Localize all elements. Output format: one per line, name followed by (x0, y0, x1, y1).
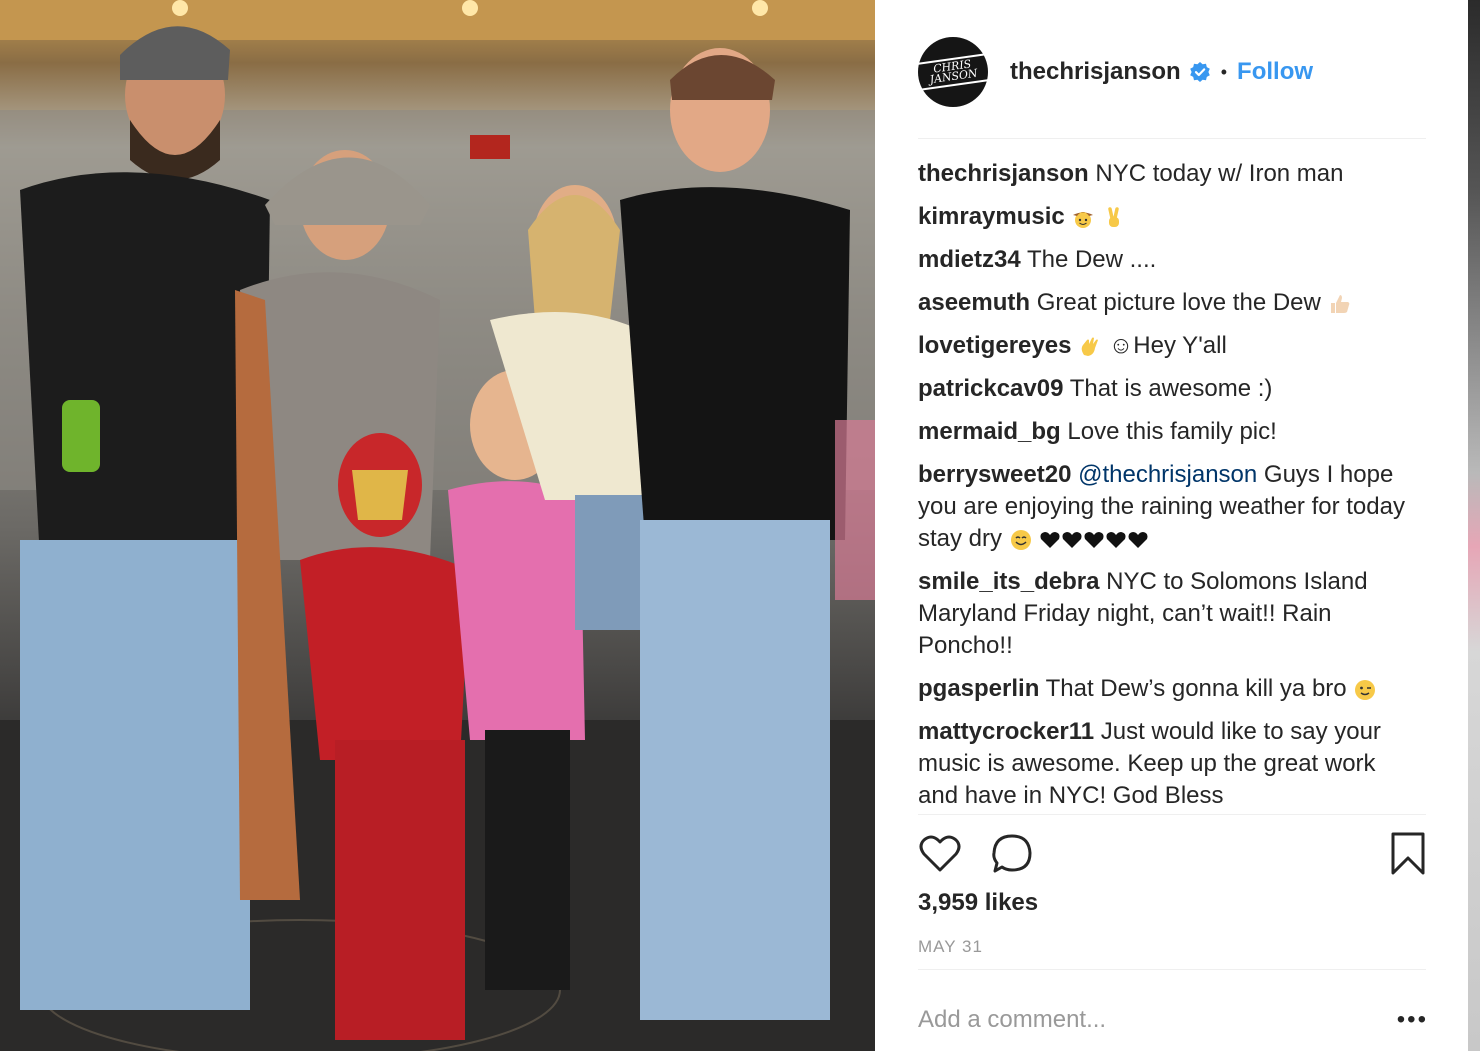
follow-button[interactable]: Follow (1237, 58, 1313, 86)
comment-username[interactable]: berrysweet20 (918, 461, 1071, 488)
background-page-edge (1468, 0, 1480, 1051)
likes-count[interactable]: 3,959 likes (918, 889, 1038, 917)
comment: aseemuth Great picture love the Dew (918, 287, 1418, 319)
cowboy-face-icon (1073, 211, 1094, 228)
comment-text: Love this family pic! (1067, 418, 1277, 445)
comment: mattycrocker11 Just would like to say yo… (918, 716, 1418, 812)
post-actions (918, 832, 1428, 880)
header-separator: • (1220, 61, 1228, 82)
comment-username[interactable]: mermaid_bg (918, 418, 1061, 445)
post-header: CHRIS JANSON thechrisjanson • Follow (916, 36, 1428, 108)
hearts-icon (1040, 531, 1148, 548)
comment-text: NYC today w/ Iron man (1095, 160, 1344, 187)
bookmark-icon[interactable] (1390, 832, 1426, 876)
comment-list: thechrisjanson NYC today w/ Iron man kim… (918, 158, 1418, 823)
avatar-logo-text: CHRIS JANSON (916, 53, 990, 91)
footer-divider (918, 969, 1426, 970)
family-photo-image (0, 0, 875, 1051)
comment-text: Great picture love the Dew (1036, 289, 1321, 316)
waving-hand-icon (1081, 337, 1099, 356)
comment-username[interactable]: smile_its_debra (918, 568, 1099, 595)
comments-divider (918, 814, 1426, 815)
comment-input[interactable] (918, 1006, 1378, 1034)
comment-bubble-icon[interactable] (990, 832, 1034, 876)
comment-username[interactable]: patrickcav09 (918, 375, 1063, 402)
comment: kimraymusic (918, 201, 1418, 233)
comment-text: ☺Hey Y'all (1108, 332, 1227, 359)
victory-hand-icon (1108, 206, 1120, 227)
comment-username[interactable]: mattycrocker11 (918, 718, 1094, 745)
post-photo[interactable] (0, 0, 875, 1051)
thumbs-up-icon (1330, 294, 1349, 313)
comment: mdietz34 The Dew .... (918, 244, 1418, 276)
comment-username[interactable]: thechrisjanson (918, 160, 1089, 187)
comment: mermaid_bg Love this family pic! (918, 416, 1418, 448)
comment-username[interactable]: pgasperlin (918, 675, 1039, 702)
author-username[interactable]: thechrisjanson (1010, 58, 1181, 86)
comment-mention[interactable]: @thechrisjanson (1078, 461, 1257, 488)
comment-text: That is awesome :) (1069, 375, 1273, 402)
heart-icon[interactable] (918, 832, 962, 876)
post-sidebar: CHRIS JANSON thechrisjanson • Follow the… (875, 0, 1480, 1051)
comment: pgasperlin That Dew’s gonna kill ya bro (918, 673, 1418, 705)
comment: lovetigereyes ☺Hey Y'all (918, 330, 1418, 362)
add-comment-bar: ••• (918, 1003, 1428, 1037)
comment-username[interactable]: mdietz34 (918, 246, 1021, 273)
comment-username[interactable]: lovetigereyes (918, 332, 1071, 359)
avatar[interactable]: CHRIS JANSON (916, 37, 990, 107)
comment: smile_its_debra NYC to Solomons Island M… (918, 566, 1418, 662)
post-date[interactable]: MAY 31 (918, 937, 983, 957)
more-options-button[interactable]: ••• (1397, 1008, 1428, 1032)
winking-face-icon (1355, 679, 1376, 700)
comment-username[interactable]: aseemuth (918, 289, 1030, 316)
comment-text: That Dew’s gonna kill ya bro (1045, 675, 1347, 702)
comment-text: The Dew .... (1026, 246, 1157, 273)
verified-badge-icon (1189, 62, 1210, 82)
smiling-face-icon (1010, 529, 1031, 550)
header-divider (918, 138, 1426, 139)
comment: berrysweet20 @thechrisjanson Guys I hope… (918, 459, 1418, 555)
caption: thechrisjanson NYC today w/ Iron man (918, 158, 1418, 190)
comment-username[interactable]: kimraymusic (918, 203, 1065, 230)
comment: patrickcav09 That is awesome :) (918, 373, 1418, 405)
